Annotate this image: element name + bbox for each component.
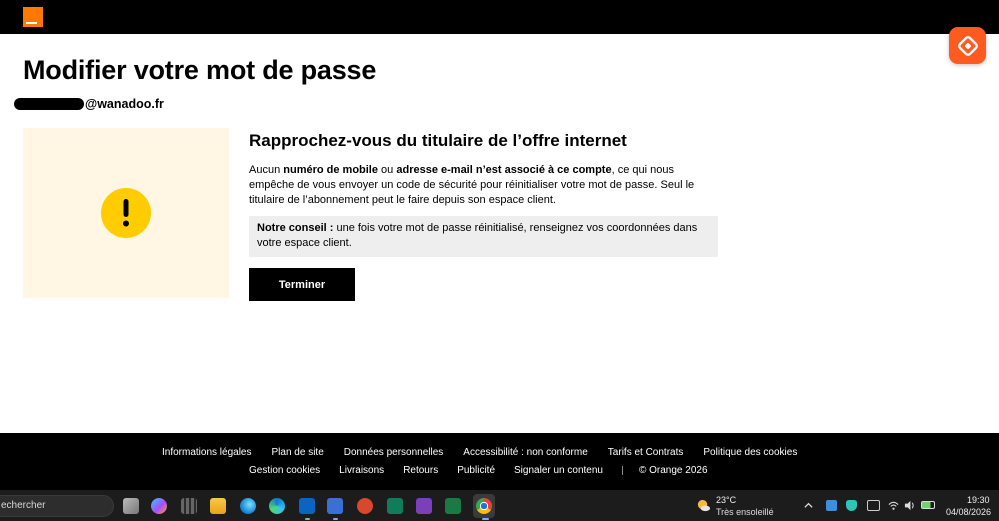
site-footer: Informations légales Plan de site Donnée… bbox=[0, 433, 999, 490]
redacted-email-username bbox=[14, 98, 84, 110]
edge-dev-icon[interactable] bbox=[240, 498, 256, 514]
edge-icon[interactable] bbox=[269, 498, 285, 514]
finish-button[interactable]: Terminer bbox=[249, 268, 355, 301]
footer-link-report-content[interactable]: Signaler un contenu bbox=[514, 465, 603, 476]
section-heading: Rapprochez-vous du titulaire de l’offre … bbox=[249, 131, 627, 150]
top-header-bar bbox=[0, 0, 999, 34]
footer-copyright: © Orange 2026 bbox=[638, 465, 708, 476]
footer-link-legal[interactable]: Informations légales bbox=[162, 447, 252, 458]
chrome-running-indicator bbox=[482, 518, 489, 520]
assistant-icon bbox=[957, 35, 978, 56]
tray-app-icon[interactable] bbox=[826, 500, 837, 511]
powerpoint-icon[interactable] bbox=[357, 498, 373, 514]
email-domain: @wanadoo.fr bbox=[85, 97, 164, 111]
defender-shield-icon[interactable] bbox=[846, 500, 857, 511]
weather-description[interactable]: Très ensoleillé bbox=[716, 507, 774, 517]
chrome-icon[interactable] bbox=[476, 498, 492, 514]
footer-separator bbox=[621, 466, 623, 475]
footer-link-pricing[interactable]: Tarifs et Contrats bbox=[608, 447, 684, 458]
warning-panel bbox=[23, 128, 229, 298]
footer-link-deliveries[interactable]: Livraisons bbox=[339, 465, 384, 476]
exclamation-icon bbox=[123, 199, 129, 227]
battery-icon[interactable] bbox=[921, 501, 935, 509]
windows-taskbar: echercher 23°C Très ensoleillé 19:30 04/… bbox=[0, 490, 999, 521]
page-title: Modifier votre mot de passe bbox=[23, 55, 377, 85]
chevron-up-icon[interactable] bbox=[803, 500, 814, 511]
desc-text-1: Aucun bbox=[249, 164, 284, 176]
teams-running-indicator bbox=[333, 518, 338, 520]
tip-label: Notre conseil : bbox=[257, 222, 334, 234]
clock-date[interactable]: 04/08/2026 bbox=[946, 507, 991, 517]
desc-bold-mobile: numéro de mobile bbox=[283, 164, 378, 176]
account-email: @wanadoo.fr bbox=[14, 96, 164, 112]
weather-temperature[interactable]: 23°C bbox=[716, 495, 736, 505]
outlook-icon[interactable] bbox=[299, 498, 315, 514]
assistant-float-button[interactable] bbox=[949, 27, 986, 64]
orange-logo[interactable] bbox=[23, 7, 43, 27]
browser-viewport: Modifier votre mot de passe @wanadoo.fr … bbox=[0, 0, 999, 521]
footer-link-accessibility[interactable]: Accessibilité : non conforme bbox=[463, 447, 588, 458]
main-content: Rapprochez-vous du titulaire de l’offre … bbox=[249, 131, 719, 301]
keyboard-icon[interactable] bbox=[867, 500, 880, 511]
volume-icon[interactable] bbox=[904, 500, 915, 511]
calculator-icon[interactable] bbox=[181, 498, 197, 514]
tip-box: Notre conseil : une fois votre mot de pa… bbox=[249, 216, 718, 257]
task-view-icon[interactable] bbox=[123, 498, 139, 514]
description-paragraph: Aucun numéro de mobile ou adresse e-mail… bbox=[249, 163, 719, 208]
sun-cloud-icon bbox=[697, 499, 711, 512]
teams-icon[interactable] bbox=[327, 498, 343, 514]
orange-logo-bar bbox=[26, 22, 37, 24]
footer-link-advertising[interactable]: Publicité bbox=[457, 465, 495, 476]
excel-icon[interactable] bbox=[445, 498, 461, 514]
footer-link-cookie-policy[interactable]: Politique des cookies bbox=[703, 447, 797, 458]
footer-link-returns[interactable]: Retours bbox=[403, 465, 438, 476]
footer-links-row-2: Gestion cookies Livraisons Retours Publi… bbox=[249, 465, 727, 476]
onenote-icon[interactable] bbox=[416, 498, 432, 514]
footer-link-personal-data[interactable]: Données personnelles bbox=[344, 447, 444, 458]
project-icon[interactable] bbox=[387, 498, 403, 514]
footer-links-row-1: Informations légales Plan de site Donnée… bbox=[162, 447, 797, 458]
desc-bold-email: adresse e-mail n’est associé à ce compte bbox=[396, 164, 612, 176]
footer-link-sitemap[interactable]: Plan de site bbox=[272, 447, 324, 458]
wifi-icon[interactable] bbox=[888, 500, 899, 511]
outlook-running-indicator bbox=[305, 518, 310, 520]
clock-time[interactable]: 19:30 bbox=[967, 495, 990, 505]
desc-text-2: ou bbox=[378, 164, 397, 176]
footer-link-cookie-management[interactable]: Gestion cookies bbox=[249, 465, 320, 476]
warning-circle bbox=[101, 188, 151, 238]
file-explorer-icon[interactable] bbox=[210, 498, 226, 514]
copilot-icon[interactable] bbox=[151, 498, 167, 514]
taskbar-search-box[interactable]: echercher bbox=[0, 495, 114, 517]
